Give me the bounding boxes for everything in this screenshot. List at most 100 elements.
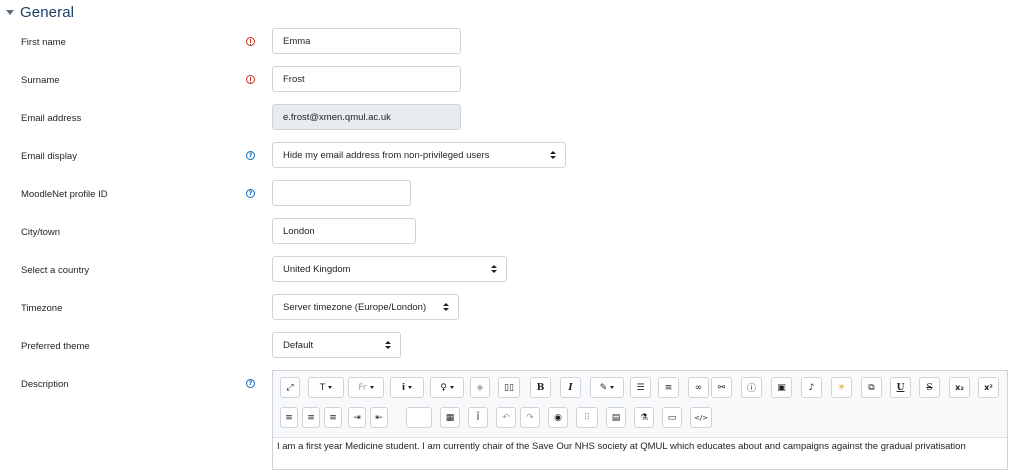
outdent-icon: ⇤ [375, 412, 383, 423]
blank-button[interactable] [406, 407, 432, 428]
flask-icon: ⚗ [639, 412, 649, 423]
html-button[interactable]: </> [690, 407, 712, 428]
columns-icon: ▯▯ [504, 382, 514, 393]
email-display-label: Email display [21, 151, 77, 162]
unlink-icon: ⚯ [717, 382, 726, 393]
lightbulb-icon: ♀ [440, 382, 447, 393]
text-color-button[interactable]: ✎ [590, 377, 624, 398]
accessibility-button[interactable]: ◉ [548, 407, 568, 428]
email-display-value: Hide my email address from non-privilege… [283, 149, 490, 161]
text-cursor-icon: Ĩ [476, 412, 480, 423]
media-button[interactable]: ♪ [801, 377, 822, 398]
moodlenet-input[interactable] [272, 180, 411, 206]
email-label: Email address [21, 113, 82, 124]
country-value: United Kingdom [283, 263, 351, 275]
link-button[interactable]: ∞ [688, 377, 709, 398]
numbered-list-icon: ≡ [664, 382, 673, 393]
required-icon [246, 75, 255, 84]
select-arrows-icon [491, 265, 497, 275]
expand-icon: ⤢ [286, 382, 294, 393]
strikethrough-icon: S [926, 382, 933, 393]
timezone-value: Server timezone (Europe/London) [283, 301, 427, 313]
indent-button[interactable]: ⇥ [348, 407, 366, 428]
font-size-button[interactable]: T [308, 377, 344, 398]
bold-button[interactable]: B [530, 377, 551, 398]
section-general-header[interactable]: General [6, 2, 74, 22]
subscript-button[interactable]: x₂ [949, 377, 970, 398]
info-icon: i [401, 382, 406, 393]
image-icon: ▣ [777, 382, 786, 393]
theme-label: Preferred theme [21, 341, 90, 352]
indent-icon: ⇥ [353, 412, 361, 423]
editor-toolbar: ⤢ T Fr i ♀ ◈ ▯▯ B I ✎ ☰ ≡ ∞ ⚯ ⓘ ▣ ♪ ✳ ⧉ … [273, 371, 1007, 438]
columns-button[interactable]: ▯▯ [498, 377, 520, 398]
select-arrows-icon [443, 303, 449, 313]
font-family-button[interactable]: Fr [348, 377, 384, 398]
special-button[interactable]: ✳ [831, 377, 852, 398]
align-left-button[interactable]: ≡ [280, 407, 298, 428]
undo-button[interactable]: ↶ [496, 407, 516, 428]
table-button[interactable]: ▦ [440, 407, 460, 428]
collapse-triangle-icon[interactable] [6, 10, 14, 15]
chemistry-button[interactable]: ⚗ [634, 407, 654, 428]
code-icon: </> [693, 413, 709, 422]
help-icon[interactable]: ? [246, 379, 255, 388]
bullet-list-icon: ☰ [636, 382, 645, 393]
sparkle-icon: ✳ [837, 382, 846, 393]
screen-button[interactable]: ▭ [662, 407, 682, 428]
timezone-select[interactable]: Server timezone (Europe/London) [272, 294, 459, 320]
moodlenet-label: MoodleNet profile ID [21, 189, 108, 200]
lightbulb-menu-button[interactable]: ♀ [430, 377, 464, 398]
first-name-label: First name [21, 37, 66, 48]
first-name-input[interactable]: Emma [272, 28, 461, 54]
city-input[interactable]: London [272, 218, 416, 244]
brush-icon: ✎ [599, 382, 608, 393]
braille-button[interactable]: ⠿ [576, 407, 598, 428]
outdent-button[interactable]: ⇤ [370, 407, 388, 428]
align-center-button[interactable]: ≡ [302, 407, 320, 428]
country-select[interactable]: United Kingdom [272, 256, 507, 282]
description-editor[interactable]: ⤢ T Fr i ♀ ◈ ▯▯ B I ✎ ☰ ≡ ∞ ⚯ ⓘ ▣ ♪ ✳ ⧉ … [272, 370, 1008, 470]
font-size-icon: T [319, 382, 326, 393]
image-button[interactable]: ▣ [771, 377, 792, 398]
fullscreen-button[interactable]: ⤢ [280, 377, 300, 398]
section-title: General [20, 3, 75, 21]
required-icon [246, 37, 255, 46]
cube-button[interactable]: ◈ [470, 377, 490, 398]
underline-button[interactable]: U [890, 377, 911, 398]
city-label: City/town [21, 227, 61, 238]
theme-select[interactable]: Default [272, 332, 401, 358]
help-icon[interactable]: ? [246, 189, 255, 198]
align-right-button[interactable]: ≡ [324, 407, 342, 428]
align-right-icon: ≡ [329, 412, 337, 423]
description-label: Description [21, 379, 69, 390]
surname-input[interactable]: Frost [272, 66, 461, 92]
redo-icon: ↷ [526, 412, 534, 423]
manage-files-button[interactable]: ⧉ [861, 377, 882, 398]
redo-button[interactable]: ↷ [520, 407, 540, 428]
strikethrough-button[interactable]: S [919, 377, 940, 398]
italic-button[interactable]: I [560, 377, 581, 398]
align-left-icon: ≡ [285, 412, 293, 423]
link-icon: ∞ [694, 382, 703, 393]
unordered-list-button[interactable]: ☰ [630, 377, 651, 398]
calculator-button[interactable]: ▤ [606, 407, 626, 428]
emoticon-button[interactable]: ⓘ [741, 377, 762, 398]
cube-icon: ◈ [476, 382, 484, 393]
braille-icon: ⠿ [583, 412, 591, 423]
info-menu-button[interactable]: i [390, 377, 424, 398]
files-icon: ⧉ [868, 382, 875, 393]
description-text: I am a first year Medicine student. I am… [277, 441, 966, 452]
email-field: e.frost@xmen.qmul.ac.uk [272, 104, 461, 130]
superscript-button[interactable]: x² [978, 377, 999, 398]
calculator-icon: ▤ [611, 412, 621, 423]
warning-circle-icon: ⓘ [746, 384, 756, 394]
unlink-button[interactable]: ⚯ [711, 377, 732, 398]
ordered-list-button[interactable]: ≡ [658, 377, 679, 398]
table-icon: ▦ [445, 412, 455, 423]
clear-formatting-button[interactable]: Ĩ [468, 407, 488, 428]
theme-value: Default [283, 339, 314, 351]
align-center-icon: ≡ [307, 412, 315, 423]
email-display-select[interactable]: Hide my email address from non-privilege… [272, 142, 566, 168]
help-icon[interactable]: ? [246, 151, 255, 160]
